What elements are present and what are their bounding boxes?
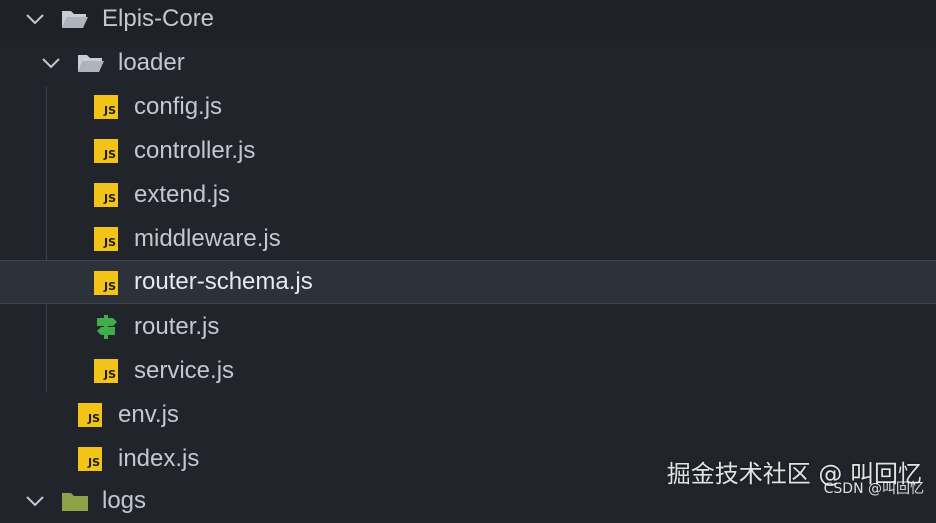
file-explorer-tree: Elpis-Core loader JS config.js JS contro… [0,0,936,514]
folder-label: Elpis-Core [102,5,215,32]
file-label: index.js [118,445,200,472]
file-label: env.js [118,401,179,428]
folder-icon [60,489,90,513]
file-label: config.js [134,93,223,120]
file-row-router[interactable]: router.js [0,305,936,349]
file-label: middleware.js [134,225,281,252]
watermark-sub: CSDN @叫回忆 [823,481,924,497]
js-file-icon: JS [94,139,118,163]
js-file-icon: JS [94,359,118,383]
file-row-service[interactable]: JS service.js [0,349,936,393]
file-label: service.js [134,357,235,384]
js-file-icon: JS [94,227,118,251]
file-row-middleware[interactable]: JS middleware.js [0,217,936,261]
file-label: router.js [134,313,220,340]
file-row-config[interactable]: JS config.js [0,85,936,129]
js-file-icon: JS [94,95,118,119]
folder-row-loader[interactable]: loader [0,41,936,85]
folder-open-icon [60,7,90,31]
js-file-icon: JS [94,183,118,207]
folder-row-elpis-core[interactable]: Elpis-Core [0,0,936,41]
js-file-icon: JS [78,403,102,427]
router-signpost-icon [93,314,123,339]
file-label: controller.js [134,137,256,164]
file-label: extend.js [134,181,231,208]
file-row-controller[interactable]: JS controller.js [0,129,936,173]
js-file-icon: JS [78,447,102,471]
file-label: router-schema.js [134,268,313,295]
chevron-down-icon[interactable] [24,8,46,30]
folder-label: logs [102,487,147,514]
file-row-env[interactable]: JS env.js [0,393,936,437]
chevron-down-icon[interactable] [40,52,62,74]
folder-label: loader [118,49,185,76]
folder-open-icon [76,51,106,75]
file-row-extend[interactable]: JS extend.js [0,173,936,217]
js-file-icon: JS [94,271,118,295]
chevron-down-icon[interactable] [24,490,46,512]
file-row-router-schema[interactable]: JS router-schema.js [0,260,936,304]
